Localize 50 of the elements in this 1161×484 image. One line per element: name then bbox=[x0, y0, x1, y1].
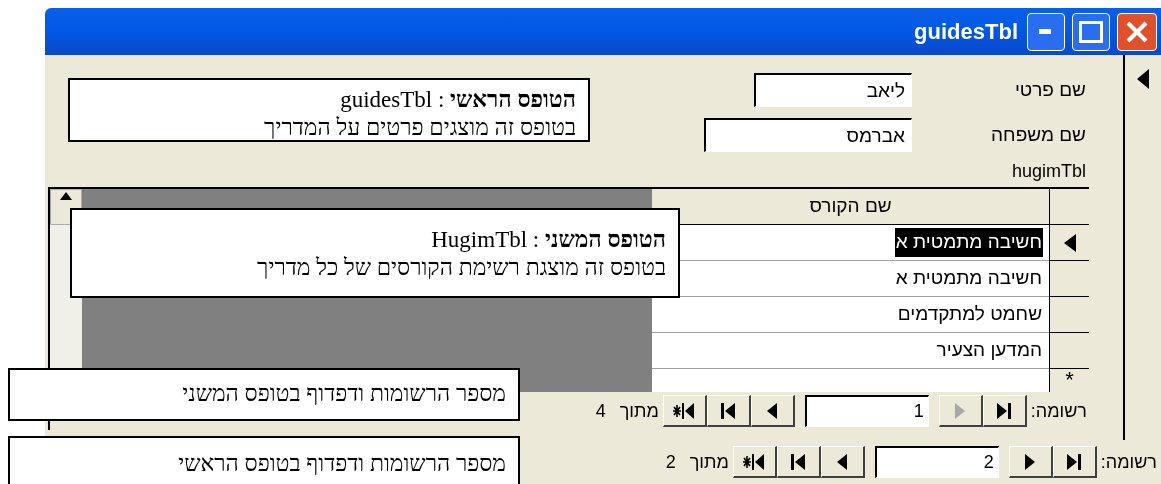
record-number-field[interactable]: 2 bbox=[874, 446, 999, 478]
last-arrow-icon bbox=[719, 400, 738, 421]
field-label: שם פרטי bbox=[1014, 78, 1086, 100]
maximize-button[interactable] bbox=[1072, 12, 1110, 51]
new-record-icon bbox=[672, 400, 697, 421]
last-record-button[interactable] bbox=[776, 446, 821, 478]
new-row-marker: * bbox=[1065, 369, 1074, 391]
new-record-button[interactable] bbox=[732, 446, 777, 478]
first-arrow-icon bbox=[995, 400, 1014, 421]
new-record-icon bbox=[742, 451, 767, 472]
next-record-button[interactable] bbox=[750, 395, 795, 427]
row-selector[interactable] bbox=[1049, 225, 1089, 261]
first-record-button[interactable] bbox=[982, 395, 1027, 427]
of-label: מתוך bbox=[689, 450, 729, 474]
up-arrow-icon bbox=[60, 192, 72, 200]
close-icon bbox=[1125, 19, 1149, 44]
first-record-button[interactable] bbox=[1052, 446, 1097, 478]
callout-text: מספר הרשומות ודפדוף בטופס המשני bbox=[182, 380, 506, 408]
last-arrow-icon bbox=[789, 451, 808, 472]
selector-header[interactable] bbox=[1049, 189, 1089, 225]
current-row-icon bbox=[1063, 233, 1076, 252]
subform-label: hugimTbl bbox=[1011, 160, 1086, 183]
of-label: מתוך bbox=[619, 399, 659, 423]
record-label: רשומה: bbox=[1030, 399, 1087, 423]
maximize-icon bbox=[1079, 20, 1103, 43]
row-selector[interactable] bbox=[1049, 261, 1089, 297]
row-selector[interactable] bbox=[1049, 333, 1089, 369]
callout-text: בטופס זה מוצגת רשימת הקורסים של כל מדריך bbox=[257, 254, 666, 282]
first-arrow-icon bbox=[1065, 451, 1084, 472]
text-field[interactable]: ליאב bbox=[754, 73, 912, 107]
row-selector[interactable] bbox=[1049, 297, 1089, 333]
field-label: שם משפחה bbox=[991, 123, 1086, 145]
minimize-button[interactable] bbox=[1027, 12, 1065, 51]
record-selector-icon bbox=[1137, 69, 1149, 89]
close-button[interactable] bbox=[1117, 12, 1157, 51]
new-record-button[interactable] bbox=[662, 395, 707, 427]
next-record-button[interactable] bbox=[820, 446, 865, 478]
record-count: 2 bbox=[665, 450, 676, 474]
last-record-button[interactable] bbox=[706, 395, 751, 427]
record-count: 4 bbox=[595, 399, 606, 423]
table-cell[interactable]: חשיבה מתמטית א bbox=[894, 228, 1043, 257]
minimize-icon bbox=[1039, 28, 1053, 35]
record-label: רשומה: bbox=[1100, 450, 1157, 474]
previous-record-button[interactable] bbox=[1008, 446, 1053, 478]
text-field[interactable]: אברמס bbox=[704, 118, 912, 152]
window-title: guidesTbl bbox=[914, 18, 1018, 46]
callout-text: בטופס זה מוצגים פרטים על המדריך bbox=[264, 114, 576, 142]
callout-text: מספר הרשומות ודפדוף בטופס הראשי bbox=[178, 450, 506, 478]
new-row-cell[interactable] bbox=[652, 369, 1049, 392]
record-number-field[interactable]: 1 bbox=[804, 395, 929, 427]
